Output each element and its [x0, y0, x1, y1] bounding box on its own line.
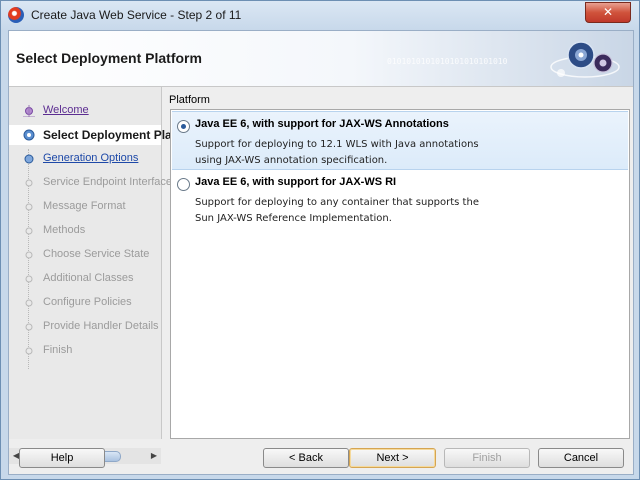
header-banner: Select Deployment Platform 0101010101010…	[9, 31, 633, 87]
step-visited-icon	[23, 105, 35, 117]
radio-button[interactable]	[177, 178, 190, 191]
step-message-format: Message Format	[9, 197, 161, 217]
step-welcome[interactable]: Welcome	[9, 101, 161, 121]
step-label: Provide Handler Details	[43, 320, 159, 332]
step-current-icon	[23, 129, 35, 141]
step-pending-icon	[25, 203, 33, 211]
option-description-line: Sun JAX-WS Reference Implementation.	[195, 213, 392, 224]
step-next-icon	[24, 154, 34, 164]
step-pending-icon	[25, 227, 33, 235]
step-provide-handler-details: Provide Handler Details	[9, 317, 161, 337]
option-description-line: using JAX-WS annotation specification.	[195, 155, 388, 166]
step-pending-icon	[25, 179, 33, 187]
option-description-line: Support for deploying to any container t…	[195, 197, 479, 208]
page-title: Select Deployment Platform	[16, 50, 202, 66]
step-label: Generation Options	[43, 152, 139, 164]
step-pending-icon	[25, 299, 33, 307]
step-pending-icon	[25, 323, 33, 331]
step-label: Service Endpoint Interface	[43, 176, 173, 188]
platform-option-jaxws-ri[interactable]: Java EE 6, with support for JAX-WS RI Su…	[172, 170, 628, 228]
window-title: Create Java Web Service - Step 2 of 11	[31, 8, 242, 22]
step-label: Choose Service State	[43, 248, 150, 260]
java-app-icon	[8, 7, 24, 23]
step-configure-policies: Configure Policies	[9, 293, 161, 313]
step-choose-service-state: Choose Service State	[9, 245, 161, 265]
steps-panel: Welcome Select Deployment Platform Gener…	[9, 87, 202, 439]
option-description-line: Support for deploying to 12.1 WLS with J…	[195, 139, 479, 150]
wizard-content: Select Deployment Platform 0101010101010…	[8, 30, 634, 475]
next-button[interactable]: Next >	[349, 448, 436, 468]
step-pending-icon	[25, 275, 33, 283]
scroll-right-arrow-icon[interactable]: ▶	[147, 448, 161, 464]
finish-button[interactable]: Finish	[444, 448, 530, 468]
step-label: Methods	[43, 224, 86, 236]
step-label: Configure Policies	[43, 296, 132, 308]
step-pending-icon	[25, 347, 33, 355]
step-label: Welcome	[43, 104, 89, 116]
banner-globe-icon	[550, 41, 620, 78]
step-label: Additional Classes	[43, 272, 134, 284]
option-title: Java EE 6, with support for JAX-WS RI	[195, 176, 397, 188]
step-finish: Finish	[9, 341, 161, 361]
back-button[interactable]: < Back	[263, 448, 349, 468]
step-additional-classes: Additional Classes	[9, 269, 161, 289]
radio-button-selected[interactable]	[177, 120, 190, 133]
platform-option-jaxws-annotations[interactable]: Java EE 6, with support for JAX-WS Annot…	[172, 111, 628, 170]
step-service-endpoint-interface: Service Endpoint Interface	[9, 173, 172, 193]
option-title: Java EE 6, with support for JAX-WS Annot…	[195, 118, 449, 130]
step-select-deployment-platform[interactable]: Select Deployment Platform	[9, 125, 202, 145]
step-label: Message Format	[43, 200, 126, 212]
step-methods: Methods	[9, 221, 161, 241]
platform-label: Platform	[169, 94, 210, 106]
step-generation-options[interactable]: Generation Options	[9, 149, 161, 169]
step-pending-icon	[25, 251, 33, 259]
step-label: Finish	[43, 344, 73, 356]
help-button[interactable]: Help	[19, 448, 105, 468]
banner-binary-decoration: 0101010101010101010101010	[387, 57, 508, 66]
wizard-window: Create Java Web Service - Step 2 of 11 ✕…	[0, 0, 640, 480]
title-bar: Create Java Web Service - Step 2 of 11 ✕	[1, 1, 639, 29]
cancel-button[interactable]: Cancel	[538, 448, 624, 468]
close-button[interactable]: ✕	[585, 2, 631, 23]
platform-options-list: Java EE 6, with support for JAX-WS Annot…	[170, 109, 630, 439]
